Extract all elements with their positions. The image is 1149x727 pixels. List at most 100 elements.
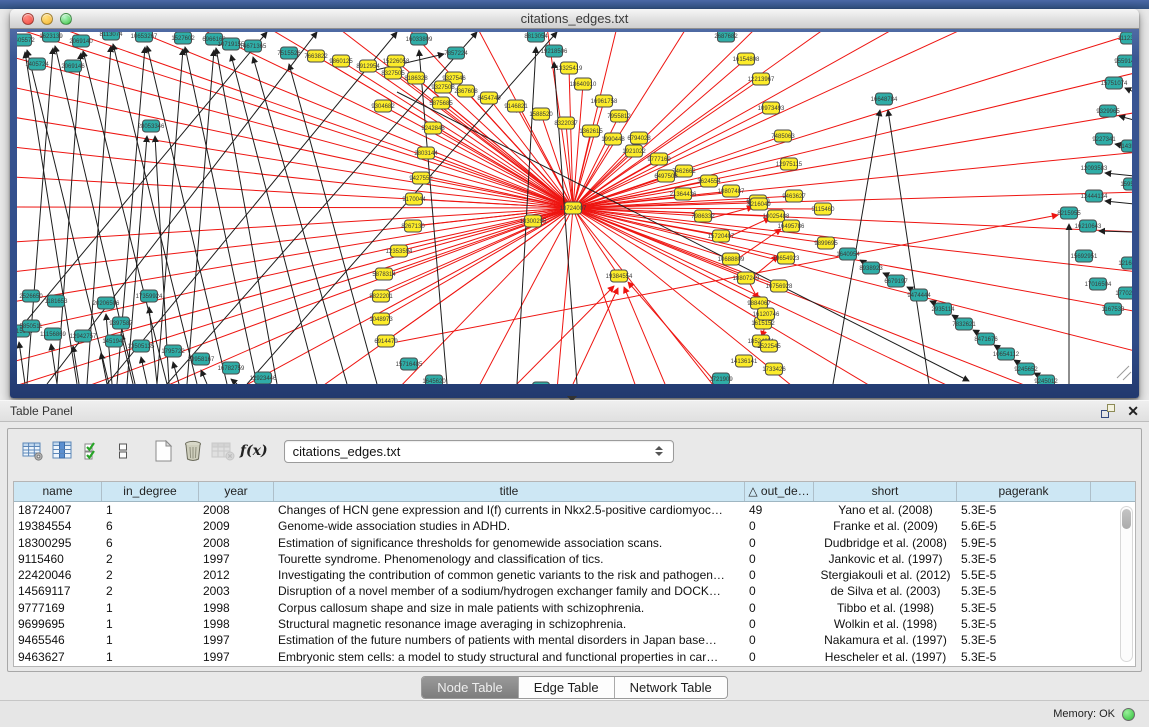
graph-node[interactable]: 19384554	[606, 270, 633, 282]
graph-node[interactable]: 10653267	[131, 32, 158, 42]
graph-node[interactable]: 9427552	[409, 172, 433, 184]
graph-node[interactable]: 6497508	[654, 170, 678, 182]
graph-node[interactable]: 16154808	[733, 53, 760, 65]
graph-node[interactable]: 1588520	[529, 108, 553, 120]
graph-node[interactable]: 20206506	[93, 297, 120, 309]
graph-node[interactable]: 13325419	[556, 62, 583, 74]
graph-node[interactable]: 1795722	[161, 345, 185, 357]
graph-node[interactable]: 7832621	[952, 318, 976, 330]
column-header-short[interactable]: short	[814, 482, 957, 501]
citation-edge-black[interactable]	[231, 55, 317, 384]
table-row[interactable]: 1830029562008Estimation of significance …	[14, 535, 1135, 551]
graph-node[interactable]: 12923446	[250, 372, 277, 384]
table-row[interactable]: 911546021997Tourette syndrome. Phenomeno…	[14, 551, 1135, 567]
graph-node[interactable]: 8113074	[100, 32, 124, 40]
graph-node[interactable]: 7986332	[691, 210, 715, 222]
network-canvas[interactable]: 1405572162313920691408113074140572420691…	[17, 32, 1132, 384]
citation-edge-red[interactable]	[573, 32, 967, 208]
graph-node[interactable]: 2687682	[714, 32, 738, 42]
graph-node[interactable]: 9245012	[1034, 375, 1058, 384]
graph-node[interactable]: 5875685	[429, 97, 453, 109]
graph-node[interactable]: 1112304	[1118, 32, 1132, 44]
graph-node[interactable]: 12444134	[1081, 190, 1108, 202]
graph-node[interactable]: 8216049	[747, 198, 771, 210]
graph-node[interactable]: 2935114	[932, 303, 956, 315]
graph-node[interactable]: 2526650	[19, 290, 43, 302]
zoom-window-button[interactable]	[60, 13, 72, 25]
graph-node[interactable]: 3624554	[697, 175, 721, 187]
citation-edge-black[interactable]	[19, 342, 25, 384]
graph-node[interactable]: 1527602	[171, 32, 195, 44]
graph-node[interactable]: 7857224	[444, 47, 468, 59]
citation-edge-black[interactable]	[231, 379, 237, 384]
graph-node[interactable]: 1645620	[422, 375, 446, 384]
vertical-scrollbar[interactable]	[1120, 506, 1133, 662]
citation-edge-black[interactable]	[141, 357, 147, 384]
graph-node[interactable]: 1595813	[1120, 178, 1132, 190]
graph-node[interactable]: 15692951	[1071, 250, 1098, 262]
citation-edge-red[interactable]	[399, 208, 573, 251]
graph-node[interactable]: 16033809	[406, 33, 433, 45]
graph-node[interactable]: 9777169	[647, 153, 671, 165]
window-titlebar[interactable]: citations_edges.txt	[10, 9, 1139, 29]
citation-edge-black[interactable]	[1105, 173, 1132, 176]
graph-node[interactable]: 1770253	[1115, 287, 1132, 299]
column-header-pagerank[interactable]: pagerank	[957, 482, 1091, 501]
graph-node[interactable]: 6914479	[374, 335, 398, 347]
graph-node[interactable]: 9327508	[431, 81, 455, 93]
graph-node[interactable]: 9227341	[1092, 133, 1116, 145]
graph-node[interactable]: 10654112	[993, 348, 1020, 360]
graph-node[interactable]: 9315644	[529, 382, 553, 384]
close-window-button[interactable]	[22, 13, 34, 25]
citation-edge-red[interactable]	[573, 72, 1132, 208]
tab-edge-table[interactable]: Edge Table	[519, 677, 615, 698]
graph-node[interactable]: 9397587	[109, 317, 133, 329]
graph-node[interactable]: 9884067	[747, 297, 771, 309]
graph-node[interactable]: 2069146	[61, 60, 85, 72]
graph-node[interactable]: 9559144	[1114, 55, 1132, 67]
citation-edge-red[interactable]	[441, 103, 573, 208]
select-column-icon[interactable]	[48, 437, 78, 465]
citation-edge-red[interactable]	[573, 208, 717, 384]
graph-node[interactable]: 9170044	[402, 193, 426, 205]
graph-node[interactable]: 9115460	[812, 203, 836, 215]
graph-node[interactable]: 8267130	[401, 220, 425, 232]
graph-node[interactable]: 1921022	[622, 145, 646, 157]
graph-node[interactable]: 11156869	[40, 328, 66, 340]
graph-node[interactable]: 8454749	[477, 92, 501, 104]
column-header-in_degree[interactable]: in_degree	[102, 482, 199, 501]
graph-node[interactable]: 5878314	[372, 268, 396, 280]
tab-network-table[interactable]: Network Table	[615, 677, 727, 698]
graph-node[interactable]: 1640954	[836, 248, 860, 260]
graph-node[interactable]: 9245652	[1014, 363, 1038, 375]
graph-node[interactable]: 19654923	[773, 252, 800, 264]
graph-node[interactable]: 9860125	[329, 55, 353, 67]
citation-edge-red[interactable]	[573, 208, 823, 209]
citation-edge-red[interactable]	[573, 32, 1132, 208]
graph-node[interactable]: 7663822	[304, 50, 328, 62]
table-settings-icon[interactable]	[18, 437, 48, 465]
graph-node[interactable]: 14136141	[731, 355, 758, 367]
graph-node[interactable]: 6794028	[627, 132, 651, 144]
graph-node[interactable]: 12213967	[748, 73, 775, 85]
new-column-icon[interactable]	[148, 437, 178, 465]
citation-edge-red[interactable]	[17, 208, 573, 302]
graph-node[interactable]: 2522545	[757, 340, 781, 352]
citation-edge-red[interactable]	[573, 288, 618, 384]
graph-node[interactable]: 8327505	[381, 67, 405, 79]
graph-node[interactable]: 28053346	[138, 120, 165, 132]
graph-node[interactable]: 8322037	[554, 117, 578, 129]
citation-edge-black[interactable]	[1125, 88, 1132, 92]
graph-node[interactable]: 12353594	[386, 245, 413, 257]
graph-node[interactable]: 8186328	[404, 72, 428, 84]
graph-node[interactable]: 1990448	[601, 133, 625, 145]
graph-node[interactable]: 8822201	[369, 290, 393, 302]
citation-edge-black[interactable]	[201, 370, 207, 384]
graph-node[interactable]: 9899695	[814, 237, 838, 249]
graph-node[interactable]: 17016504	[1085, 278, 1112, 290]
graph-node[interactable]: 9146821	[504, 100, 528, 112]
citation-edge-red[interactable]	[628, 282, 717, 384]
table-row[interactable]: 1938455462009Genome-wide association stu…	[14, 518, 1135, 534]
graph-node[interactable]: 8813054	[524, 32, 548, 42]
graph-node[interactable]: 15751074	[1101, 77, 1128, 89]
